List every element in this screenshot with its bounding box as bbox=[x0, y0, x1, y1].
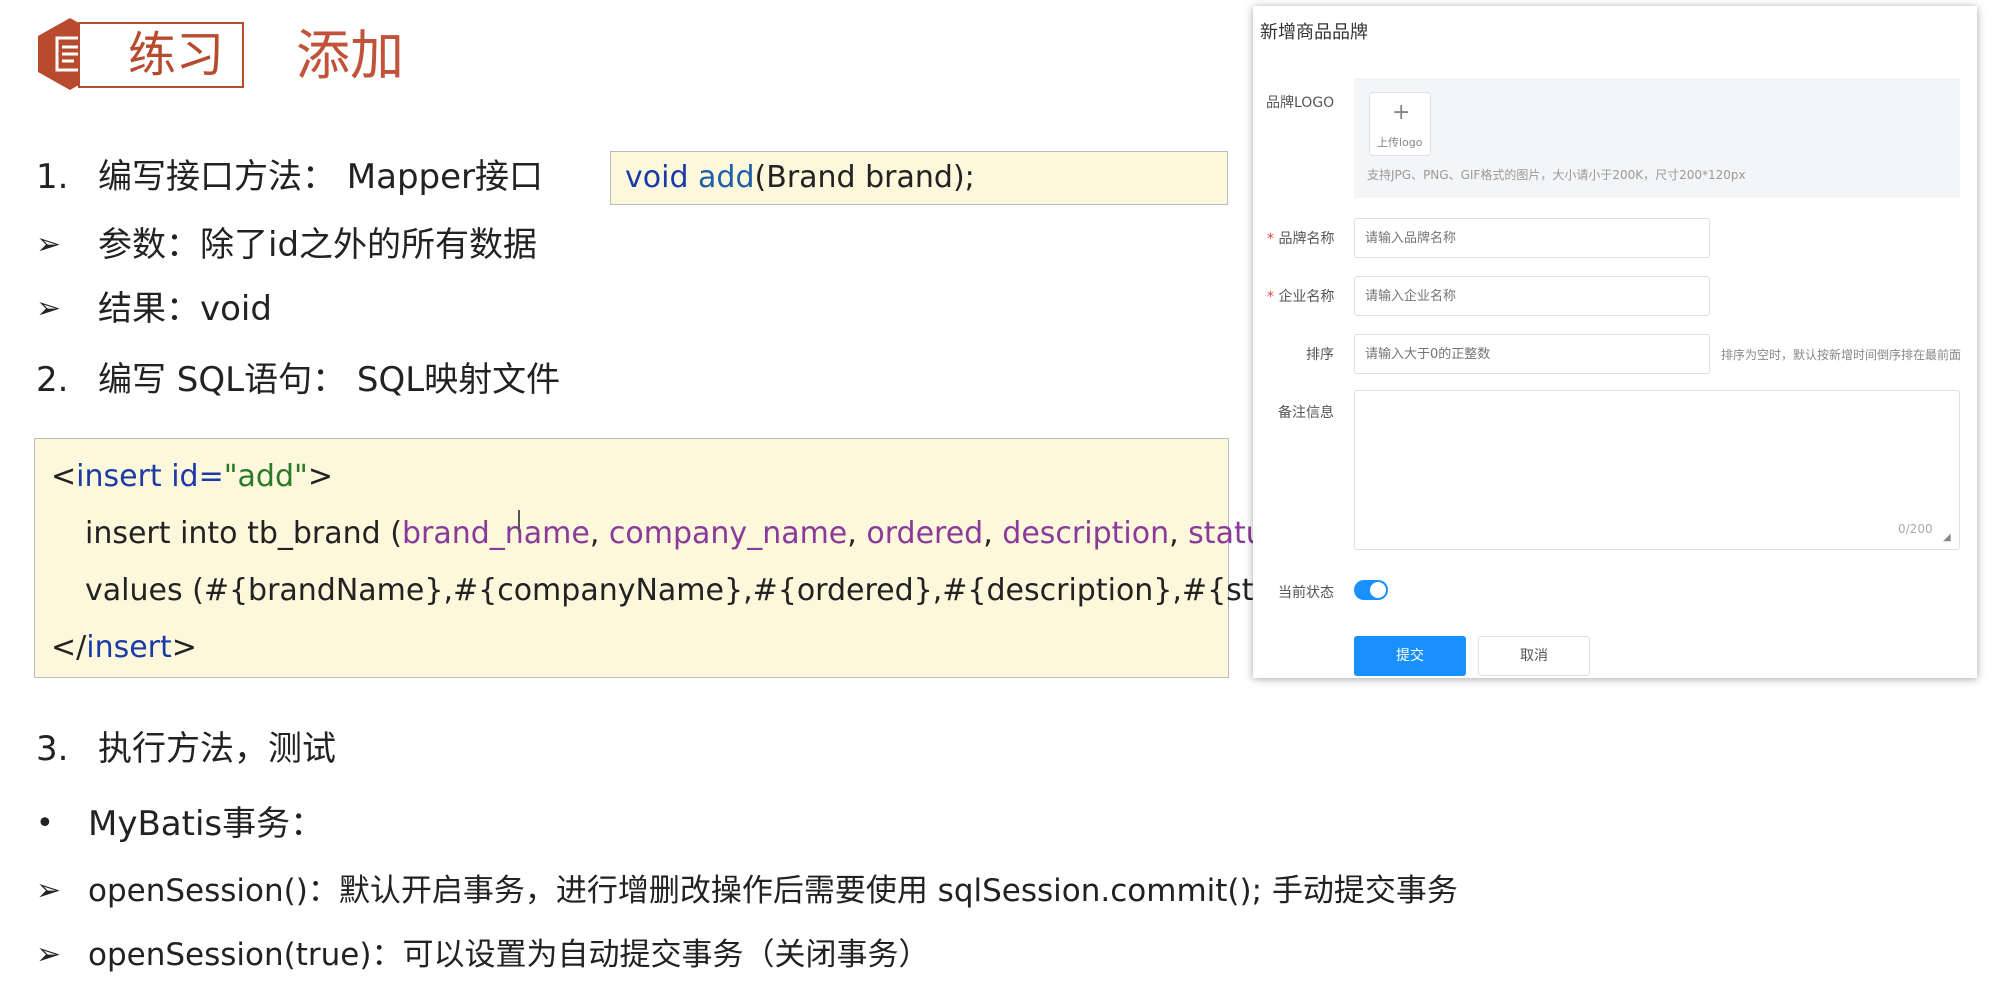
exercise-tag: 练习 bbox=[128, 27, 225, 83]
brand-name-label: * 品牌名称 bbox=[1267, 231, 1335, 247]
code-keyword: void bbox=[625, 160, 689, 195]
dot-bullet-icon: • bbox=[36, 806, 54, 841]
open-session-true-note: openSession(true)：可以设置为自动提交事务（关闭事务） bbox=[88, 937, 930, 973]
logo-tip: 支持JPG、PNG、GIF格式的图片，大小请小于200K，尺寸200*120px bbox=[1367, 168, 1746, 182]
step3-number: 3. bbox=[36, 729, 69, 769]
resize-handle-icon[interactable]: ◢ bbox=[1943, 532, 1951, 543]
step3-text: 执行方法，测试 bbox=[98, 729, 336, 769]
step2-text: 编写 SQL语句： SQL映射文件 bbox=[98, 360, 561, 400]
code-line-1: <insert id="add"> bbox=[51, 459, 333, 494]
arrow-bullet-icon: ➢ bbox=[36, 291, 62, 326]
code-line-4: </insert> bbox=[51, 630, 197, 665]
status-label: 当前状态 bbox=[1278, 585, 1334, 601]
code-line-3: values (#{brandName},#{companyName},#{or… bbox=[85, 573, 1360, 608]
code-function: add bbox=[698, 160, 755, 195]
text-cursor-icon bbox=[518, 510, 520, 532]
page-title: 添加 bbox=[296, 24, 404, 87]
open-session-note: openSession()：默认开启事务，进行增删改操作后需要使用 sqlSes… bbox=[88, 873, 1458, 909]
step1-text: 编写接口方法： Mapper接口 bbox=[98, 157, 544, 197]
step2-number: 2. bbox=[36, 360, 69, 400]
remark-textarea[interactable] bbox=[1354, 390, 1960, 550]
company-name-label: * 企业名称 bbox=[1267, 289, 1335, 305]
remark-label: 备注信息 bbox=[1278, 405, 1334, 421]
submit-button[interactable]: 提交 bbox=[1354, 636, 1466, 676]
arrow-bullet-icon: ➢ bbox=[36, 873, 62, 908]
sort-label: 排序 bbox=[1306, 347, 1334, 363]
logo-label: 品牌LOGO bbox=[1266, 95, 1335, 111]
cancel-button[interactable]: 取消 bbox=[1478, 636, 1590, 676]
arrow-bullet-icon: ➢ bbox=[36, 937, 62, 972]
toggle-knob bbox=[1370, 582, 1386, 598]
brand-name-input[interactable] bbox=[1354, 218, 1710, 258]
upload-logo-label: 上传logo bbox=[1377, 136, 1423, 149]
sort-input[interactable] bbox=[1354, 334, 1710, 374]
dialog-title: 新增商品品牌 bbox=[1260, 22, 1368, 43]
plus-icon: + bbox=[1392, 100, 1411, 125]
code-params: (Brand brand); bbox=[754, 160, 975, 195]
company-name-input[interactable] bbox=[1354, 276, 1710, 316]
code-line-2: insert into tb_brand (brand_name, compan… bbox=[85, 516, 1292, 551]
method-signature-box: void add(Brand brand); bbox=[610, 151, 1228, 205]
step1-number: 1. bbox=[36, 157, 69, 197]
sql-code-block: <insert id="add"> insert into tb_brand (… bbox=[34, 438, 1359, 678]
result-note: 结果：void bbox=[98, 289, 272, 329]
sort-tip: 排序为空时，默认按新增时间倒序排在最前面 bbox=[1721, 348, 1962, 362]
mybatis-heading: MyBatis事务： bbox=[88, 804, 325, 844]
param-note: 参数：除了id之外的所有数据 bbox=[98, 225, 538, 265]
arrow-bullet-icon: ➢ bbox=[36, 227, 62, 262]
remark-char-count: 0/200 bbox=[1898, 522, 1933, 536]
